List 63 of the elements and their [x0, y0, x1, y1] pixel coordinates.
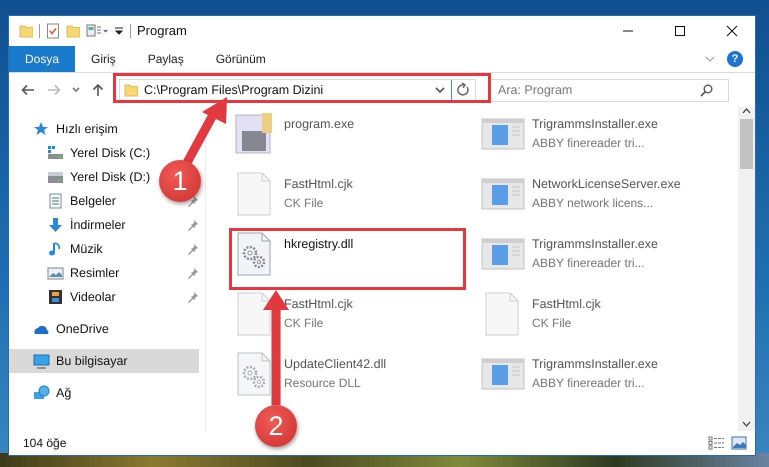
scrollbar[interactable] [738, 107, 755, 431]
pin-icon[interactable] [187, 219, 199, 231]
pin-icon[interactable] [187, 195, 199, 207]
file-item[interactable]: program.exe [232, 111, 358, 163]
ribbon-tab[interactable]: Dosya [9, 46, 76, 72]
scroll-down-icon[interactable] [742, 420, 751, 428]
file-item[interactable]: UpdateClient42.dll Resource DLL [232, 351, 390, 403]
file-item[interactable]: FastHtml.cjk CK File [232, 171, 357, 223]
properties-icon[interactable] [46, 23, 60, 39]
caret-icon [72, 87, 80, 93]
search-icon[interactable] [700, 84, 713, 96]
pin-icon[interactable] [187, 291, 199, 303]
file-item[interactable]: NetworkLicenseServer.exe ABBY network licens... [480, 171, 685, 223]
picture-icon [47, 265, 64, 281]
file-item[interactable]: hkregistry.dll [232, 231, 463, 287]
sidebar-item[interactable]: İndirmeler [9, 213, 130, 237]
large-icons-view-icon[interactable] [731, 436, 747, 450]
sidebar-item[interactable]: Belgeler [9, 189, 120, 213]
item-count: 104 öğe [23, 435, 68, 452]
forward-arrow-icon [47, 84, 61, 96]
address-path: C:\Program Files\Program Dizini [144, 82, 324, 99]
sidebar-item[interactable]: OneDrive [9, 317, 113, 341]
help-button[interactable]: ? [727, 51, 743, 67]
details-view-icon[interactable] [708, 436, 725, 450]
sidebar-item[interactable]: Bu bilgisayar [9, 349, 199, 373]
close-icon [726, 25, 738, 37]
sidebar-item[interactable]: Hızlı erişim [9, 117, 122, 141]
network-icon [33, 385, 50, 401]
down-arrow-icon [47, 217, 64, 233]
maximize-icon [674, 25, 686, 37]
view-menu-icon[interactable] [86, 23, 108, 39]
up-arrow-icon [92, 83, 104, 97]
film-icon [47, 289, 64, 305]
search-field[interactable]: Ara: Program [489, 78, 729, 102]
pin-icon[interactable] [187, 243, 199, 255]
back-arrow-icon [21, 84, 35, 96]
file-item[interactable]: TrigrammsInstaller.exe ABBY finereader tri... [480, 351, 662, 403]
file-item[interactable]: TrigrammsInstaller.exe ABBY finereader tri... [480, 111, 662, 163]
drive-icon [47, 169, 64, 185]
pin-icon[interactable] [187, 267, 199, 279]
star-icon [33, 121, 50, 137]
file-item[interactable]: TrigrammsInstaller.exe ABBY finereader tri... [480, 231, 662, 283]
document-icon [47, 193, 64, 209]
file-item[interactable]: FastHtml.cjk CK File [232, 291, 357, 343]
file-item[interactable]: FastHtml.cjk CK File [480, 291, 605, 343]
address-dropdown-icon[interactable] [435, 86, 445, 94]
sidebar-item[interactable]: Resimler [9, 261, 124, 285]
sidebar-item[interactable]: Videolar [9, 285, 120, 309]
ribbon-tab[interactable]: Paylaş [132, 46, 200, 72]
ribbon-tab[interactable]: Görünüm [200, 46, 282, 72]
drive-icon [47, 145, 64, 161]
scroll-up-icon[interactable] [742, 107, 751, 115]
sidebar-item[interactable]: Yerel Disk (C:) [9, 141, 154, 165]
sidebar-item[interactable]: Ağ [9, 381, 76, 405]
customize-caret-icon[interactable] [114, 25, 124, 37]
sidebar-item[interactable]: Müzik [9, 237, 107, 261]
monitor-icon [33, 353, 50, 369]
ribbon-tab[interactable]: Giriş [75, 46, 132, 72]
scroll-thumb[interactable] [740, 119, 753, 169]
sidebar-item[interactable]: Yerel Disk (D:) [9, 165, 154, 189]
ribbon-expand-icon[interactable] [705, 55, 715, 63]
folder-icon [124, 82, 138, 98]
window-title: Program [137, 22, 187, 40]
